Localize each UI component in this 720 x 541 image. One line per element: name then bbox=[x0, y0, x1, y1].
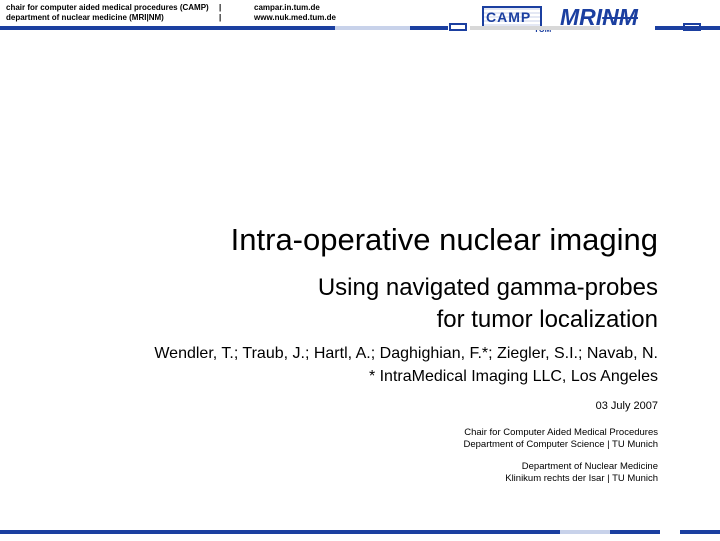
header-camp-name: chair for computer aided medical procedu… bbox=[6, 3, 209, 12]
header-nm-url[interactable]: www.nuk.med.tum.de bbox=[254, 13, 336, 23]
authors: Wendler, T.; Traub, J.; Hartl, A.; Daghi… bbox=[154, 345, 658, 362]
header-bar-dark bbox=[0, 26, 335, 30]
subtitle-line-1: Using navigated gamma-probes bbox=[317, 274, 658, 301]
header-bar-mid bbox=[410, 26, 448, 30]
affiliation-note: * IntraMedical Imaging LLC, Los Angeles bbox=[368, 368, 658, 385]
institution-1-line-2: Department of Computer Science | TU Muni… bbox=[463, 439, 659, 450]
header-nm-name: department of nuclear medicine (MRI|NM) bbox=[6, 13, 164, 22]
institution-2-line-1: Department of Nuclear Medicine bbox=[521, 461, 658, 472]
footer-bar-dark bbox=[0, 530, 560, 534]
presentation-date: 03 July 2007 bbox=[595, 400, 658, 412]
footer-bar-right bbox=[680, 530, 720, 534]
footer-bar-mid bbox=[610, 530, 660, 534]
header-bar-gray bbox=[470, 26, 600, 30]
subtitle-line-2: for tumor localization bbox=[436, 306, 658, 333]
decorative-square bbox=[449, 23, 467, 31]
camp-logo-text: CAMP bbox=[486, 9, 532, 25]
header-camp-url[interactable]: campar.in.tum.de bbox=[254, 3, 320, 13]
header-bar-right bbox=[655, 26, 720, 30]
institution-2-line-2: Klinikum rechts der Isar | TU Munich bbox=[505, 473, 658, 484]
header-separator: | bbox=[219, 3, 222, 12]
institution-1-line-1: Chair for Computer Aided Medical Procedu… bbox=[464, 427, 658, 438]
header-separator: | bbox=[219, 13, 222, 22]
header-bar-light bbox=[335, 26, 410, 30]
page-title: Intra-operative nuclear imaging bbox=[230, 222, 658, 257]
footer-bar-light bbox=[560, 530, 610, 534]
nm-logo-text: NM bbox=[602, 4, 638, 30]
